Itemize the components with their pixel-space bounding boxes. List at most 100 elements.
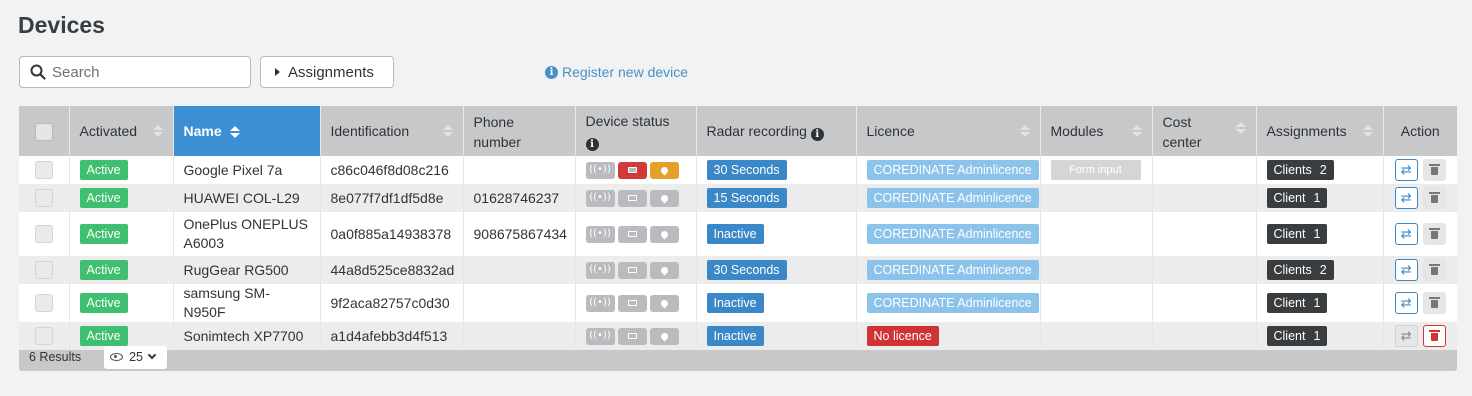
device-status-cell: ((•)) xyxy=(575,256,697,284)
assignments-label: Assignments xyxy=(288,63,374,81)
column-cost-center[interactable]: Cost center xyxy=(1152,106,1257,156)
register-device-label: Register new device xyxy=(562,64,689,80)
identification-cell: 8e077f7df1df5d8e xyxy=(320,184,464,212)
location-pin-icon xyxy=(649,261,679,279)
column-identification[interactable]: Identification xyxy=(320,106,464,156)
swap-icon[interactable]: ⇄ xyxy=(1394,259,1418,281)
trash-icon[interactable] xyxy=(1422,223,1446,245)
table-footer: 6 Results 25 xyxy=(19,343,1457,371)
assignment-count: 2 xyxy=(1319,163,1327,177)
swap-icon[interactable]: ⇄ xyxy=(1394,292,1418,314)
action-cell: ⇄ xyxy=(1383,156,1457,184)
device-status-cell: ((•)) xyxy=(575,156,697,184)
phone-cell xyxy=(463,284,576,322)
select-all-checkbox[interactable] xyxy=(34,123,53,142)
licence-cell: COREDINATE Adminlicence xyxy=(856,212,1041,256)
assignments-button[interactable]: Assignments xyxy=(260,56,394,88)
select-all-cell xyxy=(19,106,70,156)
phone-cell xyxy=(463,156,576,184)
assignment-badge[interactable]: Clients 2 xyxy=(1266,260,1334,280)
licence-badge: COREDINATE Adminlicence xyxy=(866,160,1039,180)
table-row[interactable]: Active samsung SM-N950F 9f2aca82757c0d30 ((… xyxy=(19,284,1457,322)
table-row[interactable]: Active HUAWEI COL-L29 8e077f7df1df5d8e 0162… xyxy=(19,184,1457,212)
column-activated[interactable]: Activated xyxy=(69,106,174,156)
column-radar-label: Radar recording xyxy=(706,122,807,139)
modules-cell xyxy=(1040,184,1153,212)
register-device-link[interactable]: i Register new device xyxy=(545,64,688,80)
column-activated-label: Activated xyxy=(79,123,138,139)
trash-icon[interactable] xyxy=(1422,259,1446,281)
status-badge: Active xyxy=(79,188,128,208)
trash-icon[interactable] xyxy=(1422,187,1446,209)
battery-icon xyxy=(617,189,647,207)
radar-recording-cell: Inactive xyxy=(696,212,857,256)
modules-cell xyxy=(1040,284,1153,322)
location-pin-icon xyxy=(649,189,679,207)
assignments-cell: Client 1 xyxy=(1256,184,1384,212)
assignment-badge[interactable]: Client 1 xyxy=(1266,188,1328,208)
battery-icon xyxy=(617,261,647,279)
search-icon xyxy=(30,64,46,80)
sort-icon xyxy=(152,125,163,137)
row-checkbox[interactable] xyxy=(34,225,53,244)
column-licence[interactable]: Licence xyxy=(856,106,1041,156)
radar-recording-cell: 30 Seconds xyxy=(696,156,857,184)
activated-cell: Active xyxy=(69,256,174,284)
name-cell: OnePlus ONEPLUS A6003 xyxy=(173,212,321,256)
column-licence-label: Licence xyxy=(866,123,915,139)
search-input[interactable] xyxy=(52,63,232,81)
signal-icon: ((•)) xyxy=(585,225,615,243)
assignment-label: Clients xyxy=(1273,163,1312,177)
trash-icon[interactable] xyxy=(1422,292,1446,314)
swap-icon[interactable]: ⇄ xyxy=(1394,159,1418,181)
sort-icon xyxy=(1362,125,1373,137)
location-pin-icon xyxy=(649,161,679,179)
action-cell: ⇄ xyxy=(1383,184,1457,212)
row-checkbox[interactable] xyxy=(34,161,53,180)
modules-cell: Form input xyxy=(1040,156,1153,184)
column-cost-center-label: Cost center xyxy=(1162,114,1202,150)
activated-cell: Active xyxy=(69,212,174,256)
licence-badge: COREDINATE Adminlicence xyxy=(866,293,1039,313)
assignment-badge[interactable]: Clients 2 xyxy=(1266,160,1334,180)
row-select-cell xyxy=(19,256,70,284)
assignment-count: 1 xyxy=(1313,329,1321,343)
phone-cell: 908675867434 xyxy=(463,212,576,256)
row-checkbox[interactable] xyxy=(34,189,53,208)
identification-cell: 44a8d525ce8832ad xyxy=(320,256,464,284)
chevron-down-icon xyxy=(147,350,157,360)
assignments-cell: Clients 2 xyxy=(1256,256,1384,284)
action-cell: ⇄ xyxy=(1383,256,1457,284)
swap-icon[interactable]: ⇄ xyxy=(1394,223,1418,245)
radar-badge: Inactive xyxy=(706,224,764,244)
column-modules[interactable]: Modules xyxy=(1040,106,1153,156)
table-row[interactable]: Active Google Pixel 7a c86c046f8d08c216 ((•… xyxy=(19,156,1457,184)
info-icon[interactable]: i xyxy=(810,128,824,142)
trash-icon[interactable] xyxy=(1422,159,1446,181)
status-badge: Active xyxy=(79,293,128,313)
row-select-cell xyxy=(19,212,70,256)
info-icon[interactable]: i xyxy=(585,138,599,152)
assignment-count: 1 xyxy=(1313,191,1321,205)
activated-cell: Active xyxy=(69,184,174,212)
column-assignments[interactable]: Assignments xyxy=(1256,106,1384,156)
search-box[interactable] xyxy=(19,56,251,88)
assignment-badge[interactable]: Client 1 xyxy=(1266,293,1328,313)
row-checkbox[interactable] xyxy=(34,294,53,313)
table-row[interactable]: Active OnePlus ONEPLUS A6003 0a0f885a14938… xyxy=(19,212,1457,256)
column-name[interactable]: Name xyxy=(173,106,321,156)
licence-cell: COREDINATE Adminlicence xyxy=(856,156,1041,184)
assignment-count: 1 xyxy=(1313,227,1321,241)
location-pin-icon xyxy=(649,294,679,312)
per-page-select[interactable]: 25 xyxy=(104,345,168,369)
status-badge: Active xyxy=(79,160,128,180)
column-action: Action xyxy=(1383,106,1457,156)
radar-recording-cell: Inactive xyxy=(696,284,857,322)
swap-icon[interactable]: ⇄ xyxy=(1394,187,1418,209)
signal-icon: ((•)) xyxy=(585,161,615,179)
table-row[interactable]: Active RugGear RG500 44a8d525ce8832ad ((•))… xyxy=(19,256,1457,284)
activated-cell: Active xyxy=(69,284,174,322)
row-checkbox[interactable] xyxy=(34,261,53,280)
assignment-badge[interactable]: Client 1 xyxy=(1266,224,1328,244)
cost-center-cell xyxy=(1152,212,1257,256)
